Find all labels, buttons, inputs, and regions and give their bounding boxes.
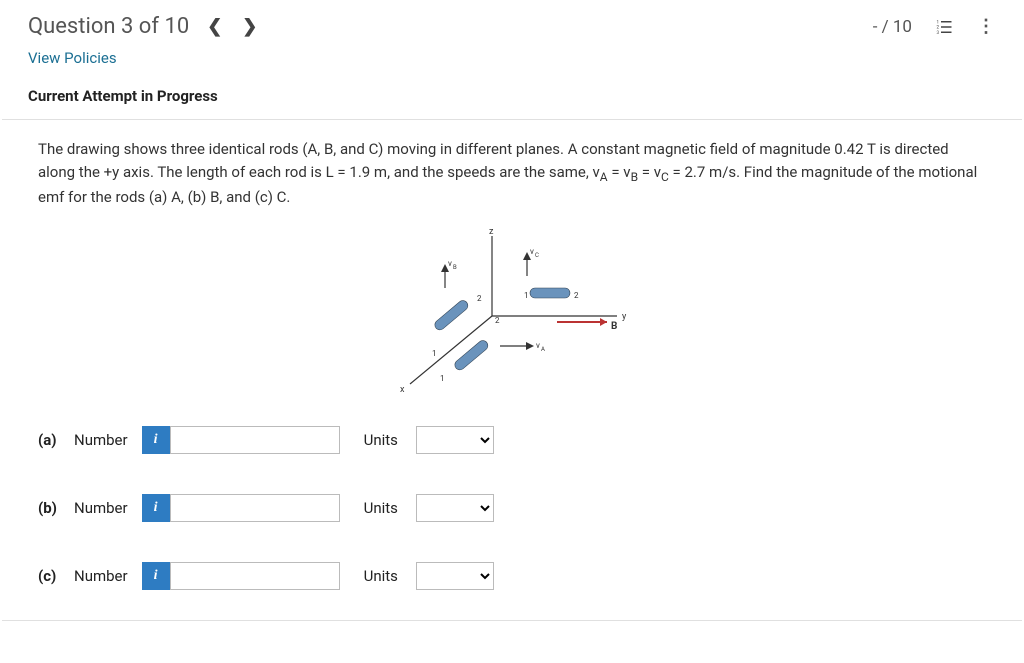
units-select-a[interactable] (416, 426, 494, 454)
part-c-label: (c) (38, 567, 74, 585)
svg-text:1: 1 (432, 349, 437, 358)
answer-row-b: (b) Number i Units (38, 494, 986, 522)
question-figure: z y x B 1 2 v C (382, 226, 642, 396)
part-a-label: (a) (38, 431, 74, 449)
svg-text:2: 2 (495, 316, 500, 325)
question-card: The drawing shows three identical rods (… (2, 119, 1022, 621)
svg-text:2: 2 (574, 291, 579, 300)
svg-text:1: 1 (937, 19, 940, 25)
number-label-c: Number (74, 567, 128, 585)
svg-text:C: C (535, 252, 539, 259)
units-label-c: Units (364, 567, 398, 585)
vc-label: v (530, 247, 534, 256)
x-axis-label: x (400, 385, 405, 395)
score-display: - / 10 (873, 17, 912, 37)
svg-text:2: 2 (477, 294, 482, 303)
question-text: The drawing shows three identical rods (… (38, 138, 986, 208)
units-label-a: Units (364, 431, 398, 449)
info-icon[interactable]: i (142, 562, 170, 590)
question-list-icon[interactable]: 1 2 3 (934, 17, 954, 37)
number-input-a[interactable] (170, 426, 340, 454)
svg-text:1: 1 (524, 291, 529, 300)
svg-text:A: A (541, 346, 545, 353)
units-select-c[interactable] (416, 562, 494, 590)
info-icon[interactable]: i (142, 426, 170, 454)
number-label-b: Number (74, 499, 128, 517)
units-select-b[interactable] (416, 494, 494, 522)
y-axis-label: y (622, 312, 627, 322)
svg-text:2: 2 (937, 24, 940, 30)
more-options-icon[interactable]: ⋮ (976, 17, 996, 37)
va-label: v (536, 341, 540, 350)
number-input-b[interactable] (170, 494, 340, 522)
svg-text:1: 1 (440, 374, 445, 383)
number-input-c[interactable] (170, 562, 340, 590)
b-field-label: B (611, 321, 617, 332)
prev-question-button[interactable]: ❮ (207, 16, 222, 37)
vb-label: v (448, 259, 452, 268)
number-label-a: Number (74, 431, 128, 449)
svg-text:3: 3 (937, 29, 940, 35)
part-b-label: (b) (38, 499, 74, 517)
answer-row-c: (c) Number i Units (38, 562, 986, 590)
view-policies-link[interactable]: View Policies (0, 49, 1024, 79)
units-label-b: Units (364, 499, 398, 517)
z-axis-label: z (489, 227, 494, 237)
attempt-progress-label: Current Attempt in Progress (0, 79, 1024, 119)
info-icon[interactable]: i (142, 494, 170, 522)
svg-text:B: B (453, 264, 457, 271)
answer-row-a: (a) Number i Units (38, 426, 986, 454)
next-question-button[interactable]: ❯ (242, 16, 257, 37)
question-counter: Question 3 of 10 (28, 14, 189, 39)
